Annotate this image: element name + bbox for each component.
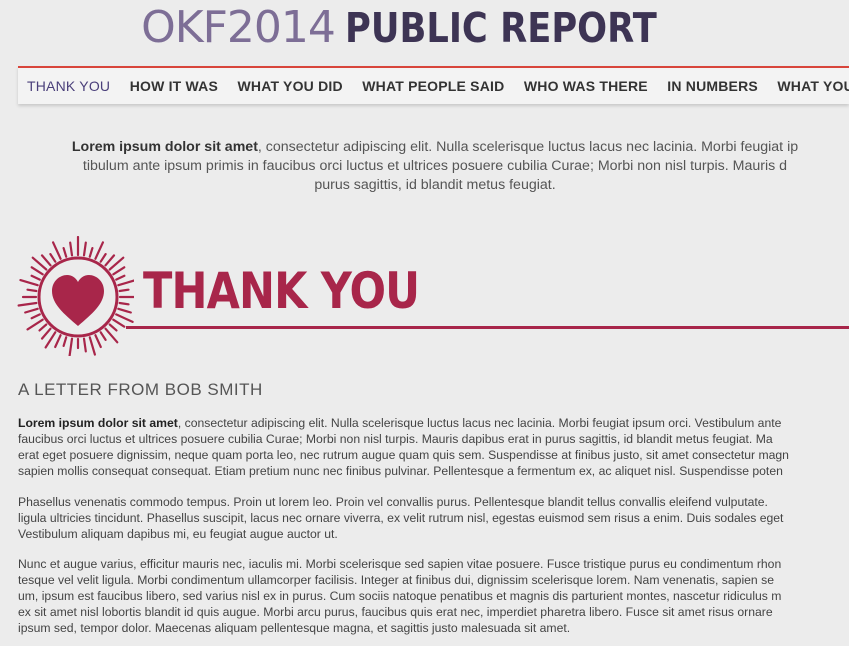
letter-paragraph-2: Phasellus venenatis commodo tempus. Proi… [18, 495, 849, 543]
heart-burst-ray [99, 253, 107, 263]
heart-burst-ray [30, 274, 41, 281]
heart-burst-ray [104, 254, 116, 267]
heart-burst-ray [54, 334, 62, 349]
heart-burst-ray [17, 301, 38, 307]
heart-burst-ray [94, 241, 105, 260]
paragraph-3-line-1: Nunc et augue varius, efficitur mauris n… [18, 557, 782, 571]
nav-item-thank-you[interactable]: THANK YOU [27, 68, 110, 104]
title-public-report: PUBLIC REPORT [345, 3, 658, 52]
nav-item-what-you-did[interactable]: WHAT YOU DID [237, 68, 342, 104]
heart-burst-ray [82, 337, 87, 353]
paragraph-3-line-4: ex sit amet nisl lobortis blandit id qui… [18, 604, 773, 619]
paragraph-3-line-5: ipsum sed, tempor dolor. Maecenas aliqua… [18, 620, 571, 635]
heart-burst-ray [112, 318, 126, 328]
main-navigation: THANK YOU HOW IT WAS WHAT YOU DID WHAT P… [18, 66, 849, 104]
heart-burst-ray [40, 254, 52, 267]
heart-burst-ray [19, 278, 39, 287]
paragraph-1-bold: Lorem ipsum dolor sit amet [18, 416, 178, 430]
section-divider [126, 326, 849, 329]
intro-line-1-text: , consectetur adipiscing elit. Nulla sce… [257, 139, 799, 155]
nav-item-what-people-said[interactable]: WHAT PEOPLE SAID [362, 68, 504, 104]
nav-item-who-was-there[interactable]: WHO WAS THERE [524, 68, 648, 104]
nav-item-what-you-c[interactable]: WHAT YOU C [777, 68, 849, 104]
thank-you-heading: THANK YOU [143, 262, 420, 320]
heart-burst-ray [88, 336, 97, 356]
paragraph-1-line-4: sapien mollis consequat consequat. Etiam… [18, 463, 783, 478]
heart-burst-ray [88, 247, 94, 258]
paragraph-3-line-3: um, ipsum est faucibus libero, sed variu… [18, 588, 782, 603]
heart-burst-ray [117, 307, 132, 314]
heart-burst-ray [30, 313, 41, 320]
heart-burst-ray [118, 301, 130, 306]
heart-burst-ray [68, 337, 74, 356]
paragraph-1-line-3: erat eget posuere dignissim, neque quam … [18, 447, 789, 462]
heart-burst-ray [40, 327, 52, 340]
paragraph-1-line-1: Lorem ipsum dolor sit amet, consectetur … [18, 416, 849, 432]
heart-burst-ray [115, 313, 134, 324]
heart-burst-ray [69, 241, 74, 257]
nav-item-in-numbers[interactable]: IN NUMBERS [667, 68, 758, 104]
paragraph-3-line-2: tesque vel velit ligula. Morbi condiment… [18, 572, 774, 587]
paragraph-1-line-1-text: , consectetur adipiscing elit. Nulla sce… [177, 416, 782, 430]
paragraph-2-line-2: ligula ultricies tincidunt. Phasellus su… [18, 510, 784, 525]
paragraph-2-line-3: Vestibulum aliquam dapibus mi, eu feugia… [18, 526, 338, 541]
title-okf2014: OKF2014 [141, 2, 336, 53]
heart-burst-ray [24, 307, 39, 314]
letter-paragraph-3: Nunc et augue varius, efficitur mauris n… [18, 557, 849, 637]
thank-you-section: THANK YOU [16, 236, 849, 358]
heart-burst-ray [108, 323, 118, 332]
heart-burst-ray [38, 323, 48, 332]
heart-burst-ray [30, 266, 44, 276]
heart-burst-ray [26, 288, 38, 293]
letter-paragraph-1: Lorem ipsum dolor sit amet, consectetur … [18, 416, 849, 480]
intro-text: Lorem ipsum dolor sit amet, consectetur … [0, 138, 849, 195]
heart-burst-ray [26, 318, 44, 331]
heart-burst-ray [94, 334, 102, 349]
heart-burst-ray [112, 266, 126, 276]
nav-item-how-it-was[interactable]: HOW IT WAS [130, 68, 218, 104]
heart-burst-ray [117, 279, 134, 287]
intro-line-1: Lorem ipsum dolor sit amet, consectetur … [0, 138, 849, 157]
intro-line-3: purus sagittis, id blandit metus feugiat… [314, 177, 556, 193]
heart-burst-ray [49, 253, 57, 263]
letter-heading: A LETTER FROM BOB SMITH [18, 380, 263, 399]
heart-burst-ray [99, 331, 107, 342]
heart-burst-ray [62, 336, 68, 348]
paragraph-2-line-1: Phasellus venenatis commodo tempus. Proi… [18, 495, 768, 509]
heart-burst-ray [82, 241, 87, 257]
heart-burst-ray [115, 274, 126, 281]
intro-line-2: tibulum ante ipsum primis in faucibus or… [82, 158, 788, 174]
heart-burst-ray [44, 331, 57, 349]
page-header-title: OKF2014 PUBLIC REPORT [0, 2, 849, 60]
heart-burst-icon [17, 236, 134, 356]
paragraph-1-line-2: faucibus orci luctus et ultrices posuere… [18, 431, 773, 446]
intro-bold: Lorem ipsum dolor sit amet [71, 139, 258, 155]
heart-burst-ray [62, 247, 68, 258]
heart-burst-ray [51, 241, 62, 260]
heart-burst-ray [118, 288, 130, 293]
